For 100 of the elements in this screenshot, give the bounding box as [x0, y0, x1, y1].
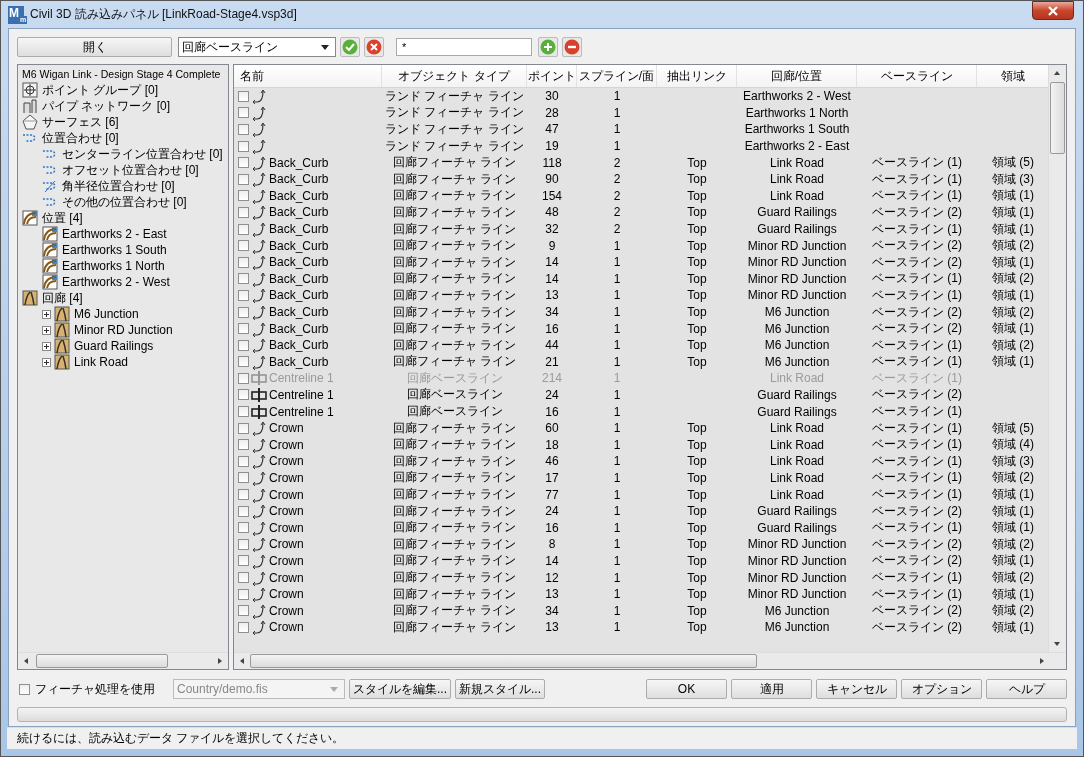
- row-checkbox[interactable]: [238, 190, 249, 202]
- row-checkbox[interactable]: [238, 107, 249, 119]
- open-button[interactable]: 開く: [17, 37, 172, 57]
- tree-item[interactable]: サーフェス [6]: [42, 114, 119, 130]
- scroll-left-icon[interactable]: [238, 657, 246, 665]
- tree-item[interactable]: ポイント グループ [0]: [42, 82, 158, 98]
- tree-item[interactable]: 回廊 [4]: [42, 290, 83, 306]
- remove-button[interactable]: [562, 37, 582, 57]
- row-checkbox[interactable]: [238, 538, 249, 550]
- horizontal-scrollbar[interactable]: [234, 652, 1066, 669]
- dialog-button[interactable]: OK: [646, 679, 727, 699]
- row-checkbox[interactable]: [238, 240, 249, 252]
- scroll-right-icon[interactable]: [216, 657, 224, 665]
- tree-item[interactable]: Earthworks 2 - West: [62, 274, 170, 290]
- row-checkbox[interactable]: [238, 157, 249, 169]
- column-header[interactable]: オブジェクト タイプ: [382, 65, 527, 87]
- tree-item[interactable]: Earthworks 1 North: [62, 258, 165, 274]
- expand-toggle[interactable]: [42, 309, 51, 319]
- apply-filter-button[interactable]: [340, 37, 360, 57]
- table-cell: Top: [687, 504, 707, 519]
- expand-toggle[interactable]: [42, 341, 51, 351]
- column-header[interactable]: スプライン/面: [577, 65, 657, 87]
- table-cell: ベースライン (1): [872, 570, 962, 584]
- tree-item[interactable]: M6 Wigan Link - Design Stage 4 Complete: [18, 66, 228, 82]
- table-cell: 60: [545, 421, 559, 436]
- column-header[interactable]: ポイント: [527, 65, 577, 87]
- scroll-thumb[interactable]: [1050, 82, 1065, 154]
- dialog-button[interactable]: ヘルプ: [986, 679, 1067, 699]
- scroll-thumb[interactable]: [36, 654, 168, 668]
- scroll-down-icon[interactable]: [1053, 640, 1061, 648]
- checkbox[interactable]: [19, 683, 30, 695]
- row-checkbox[interactable]: [238, 422, 249, 434]
- row-checkbox[interactable]: [238, 140, 249, 152]
- tree-item[interactable]: 位置 [4]: [42, 210, 83, 226]
- tree-item[interactable]: 位置合わせ [0]: [42, 130, 119, 146]
- row-checkbox[interactable]: [238, 522, 249, 534]
- clear-filter-button[interactable]: [364, 37, 384, 57]
- expand-toggle[interactable]: [42, 357, 51, 367]
- column-header[interactable]: ベースライン: [857, 65, 977, 87]
- dialog-button[interactable]: 適用: [731, 679, 812, 699]
- scroll-right-icon[interactable]: [1038, 657, 1046, 665]
- table-cell: 領域 (1): [992, 354, 1034, 369]
- object-type-dropdown[interactable]: 回廊ベースライン: [178, 37, 336, 57]
- tree-item[interactable]: Earthworks 2 - East: [62, 226, 167, 242]
- dialog-button[interactable]: オプション: [901, 679, 982, 699]
- row-checkbox[interactable]: [238, 572, 249, 583]
- dialog-button[interactable]: キャンセル: [816, 679, 897, 699]
- tree-item[interactable]: オフセット位置合わせ [0]: [62, 162, 199, 178]
- vertical-scrollbar[interactable]: [1048, 65, 1066, 652]
- table-cell: ベースライン (2): [872, 553, 962, 568]
- tree-item[interactable]: 角半径位置合わせ [0]: [62, 178, 175, 194]
- row-checkbox[interactable]: [238, 389, 249, 401]
- tree-item[interactable]: M6 Junction: [74, 306, 139, 322]
- tree-item[interactable]: Minor RD Junction: [74, 322, 173, 338]
- table-cell: 1: [613, 238, 621, 253]
- row-checkbox[interactable]: [238, 555, 249, 567]
- row-checkbox[interactable]: [238, 173, 249, 185]
- row-checkbox[interactable]: [238, 339, 249, 351]
- row-checkbox[interactable]: [238, 505, 249, 517]
- edit-style-button[interactable]: スタイルを編集...: [349, 679, 451, 699]
- row-checkbox[interactable]: [238, 124, 249, 135]
- row-checkbox[interactable]: [238, 406, 249, 418]
- column-header[interactable]: 回廊/位置: [737, 65, 857, 87]
- tree-item[interactable]: Earthworks 1 South: [62, 242, 167, 258]
- row-checkbox[interactable]: [238, 223, 249, 235]
- table-cell: ランド フィーチャ ライン: [385, 138, 524, 153]
- caret-icon: [330, 686, 338, 692]
- table-cell: 回廊フィーチャ ライン: [392, 503, 517, 518]
- row-checkbox[interactable]: [238, 588, 249, 600]
- table-cell: Link Road: [769, 437, 824, 452]
- row-checkbox[interactable]: [238, 472, 249, 484]
- row-checkbox[interactable]: [238, 289, 249, 301]
- add-button[interactable]: [538, 37, 558, 57]
- row-checkbox[interactable]: [238, 489, 249, 501]
- row-checkbox[interactable]: [238, 273, 249, 285]
- tree-item[interactable]: その他の位置合わせ [0]: [62, 194, 187, 210]
- row-checkbox[interactable]: [238, 256, 249, 268]
- horizontal-scrollbar[interactable]: [18, 652, 228, 669]
- scroll-up-icon[interactable]: [1053, 69, 1061, 77]
- tree-item[interactable]: Link Road: [74, 354, 129, 370]
- filter-field[interactable]: *: [396, 38, 532, 56]
- tree-item[interactable]: Guard Railings: [74, 338, 154, 354]
- column-header[interactable]: 抽出リンク: [657, 65, 737, 87]
- tree-item[interactable]: センターライン位置合わせ [0]: [62, 146, 223, 162]
- row-checkbox[interactable]: [238, 323, 249, 335]
- row-checkbox[interactable]: [238, 605, 249, 617]
- scroll-thumb[interactable]: [250, 654, 757, 668]
- row-checkbox[interactable]: [238, 356, 249, 368]
- expand-toggle[interactable]: [42, 325, 51, 335]
- row-checkbox[interactable]: [238, 439, 249, 451]
- scroll-left-icon[interactable]: [22, 657, 30, 665]
- close-button[interactable]: [1032, 1, 1074, 20]
- row-checkbox[interactable]: [238, 306, 249, 318]
- column-header[interactable]: 名前: [234, 65, 382, 87]
- tree-item[interactable]: パイプ ネットワーク [0]: [42, 98, 170, 114]
- row-checkbox[interactable]: [238, 90, 249, 102]
- row-checkbox[interactable]: [238, 621, 249, 633]
- row-checkbox[interactable]: [238, 455, 249, 467]
- new-style-button[interactable]: 新規スタイル...: [455, 679, 546, 699]
- row-checkbox[interactable]: [238, 206, 249, 218]
